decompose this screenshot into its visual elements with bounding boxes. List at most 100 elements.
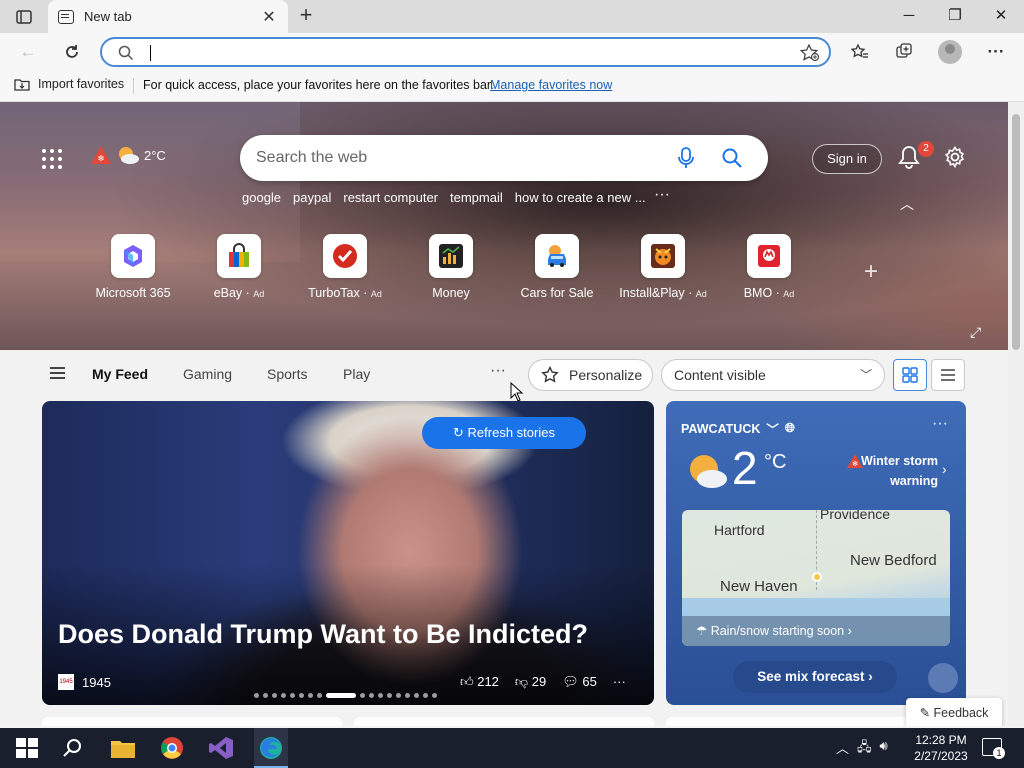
carousel-dot[interactable] [272, 693, 277, 698]
carousel-dot[interactable] [396, 693, 401, 698]
tab-new-tab[interactable]: New tab ✕ [48, 0, 288, 33]
collapse-chevron-icon[interactable]: ︿ [900, 194, 914, 214]
weather-card[interactable]: PAWCATUCK ﹀ 🌐︎ ··· 2 °C ✻ Winter storm w… [666, 401, 966, 705]
close-window-button[interactable]: ✕ [978, 4, 1024, 28]
carousel-dot[interactable] [405, 693, 410, 698]
chrome-icon[interactable] [159, 736, 185, 760]
carousel-dot[interactable] [360, 693, 365, 698]
add-quick-link-button[interactable]: + [864, 258, 878, 286]
tab-sports[interactable]: Sports [267, 366, 307, 382]
close-tab-icon[interactable]: ✕ [260, 7, 278, 27]
page-settings-button[interactable] [944, 146, 966, 169]
quick-link-bmo[interactable]: BMO · Ad [716, 234, 822, 300]
story-more-button[interactable]: ··· [613, 674, 626, 690]
carousel-dot[interactable] [281, 693, 286, 698]
temperature-unit[interactable]: °C [764, 451, 786, 474]
carousel-dot[interactable] [254, 693, 259, 698]
notifications-button[interactable]: 2 [898, 141, 934, 171]
tab-gaming[interactable]: Gaming [183, 366, 232, 382]
see-forecast-button[interactable]: See mix forecast › [733, 661, 897, 693]
page-scrollbar[interactable] [1008, 102, 1024, 726]
carousel-dot[interactable] [423, 693, 428, 698]
trending-item[interactable]: google [242, 190, 281, 205]
trending-more-button[interactable]: ··· [654, 186, 670, 204]
weather-more-button[interactable]: ··· [932, 415, 948, 433]
expand-background-icon[interactable]: ⤢ [970, 324, 981, 341]
back-button[interactable]: ← [14, 39, 42, 65]
quick-link-ebay[interactable]: eBay · Ad [186, 234, 292, 300]
trending-item[interactable]: restart computer [343, 190, 438, 205]
carousel-dot[interactable] [290, 693, 295, 698]
refresh-button[interactable] [58, 39, 86, 65]
grid-view-button[interactable] [893, 359, 927, 391]
taskbar-clock[interactable]: 12:28 PM 2/27/2023 [910, 732, 972, 764]
precipitation-banner[interactable]: ☂︎ Rain/snow starting soon › [682, 616, 950, 646]
profile-avatar[interactable] [938, 40, 962, 64]
trending-item[interactable]: how to create a new ... [515, 190, 646, 205]
tab-actions-button[interactable] [8, 6, 40, 28]
quick-link-turbotax[interactable]: TurboTax · Ad [292, 234, 398, 300]
menu-icon[interactable] [50, 367, 65, 369]
hero-weather[interactable]: ✻ 2°C [90, 145, 166, 165]
trending-item[interactable]: tempmail [450, 190, 503, 205]
carousel-dot[interactable] [326, 693, 356, 698]
weather-alert[interactable]: Winter storm warning [842, 451, 938, 491]
story-headline[interactable]: Does Donald Trump Want to Be Indicted? [58, 619, 588, 650]
manage-favorites-link[interactable]: Manage favorites now [490, 78, 612, 92]
weather-assistant-avatar[interactable] [928, 663, 958, 693]
microphone-icon[interactable] [678, 147, 694, 169]
settings-more-button[interactable]: ··· [982, 39, 1010, 65]
carousel-dot[interactable] [414, 693, 419, 698]
visual-studio-icon[interactable] [208, 736, 234, 760]
taskbar-search-icon[interactable] [60, 736, 86, 760]
personalize-button[interactable]: Personalize [528, 359, 653, 391]
trending-item[interactable]: paypal [293, 190, 331, 205]
more-tabs-button[interactable]: ··· [490, 362, 506, 380]
file-explorer-icon[interactable] [110, 736, 136, 760]
address-bar[interactable] [100, 37, 831, 67]
quick-link-microsoft-365[interactable]: Microsoft 365 [80, 234, 186, 300]
quick-link-install-play[interactable]: Install&Play · Ad [610, 234, 716, 300]
quick-link-cars-for-sale[interactable]: Cars for Sale [504, 234, 610, 300]
weather-location[interactable]: PAWCATUCK ﹀ 🌐︎ [681, 419, 795, 438]
carousel-dot[interactable] [387, 693, 392, 698]
import-favorites-button[interactable]: Import favorites [14, 77, 124, 91]
restore-button[interactable]: ❐ [932, 4, 978, 28]
carousel-dot[interactable] [432, 693, 437, 698]
carousel-dot[interactable] [308, 693, 313, 698]
edge-taskbar-button[interactable] [254, 728, 288, 768]
refresh-stories-button[interactable]: ↻ Refresh stories [422, 417, 586, 449]
add-favorite-icon[interactable] [800, 44, 820, 62]
content-visibility-select[interactable]: Content visible ﹀ [661, 359, 885, 391]
carousel-dot[interactable] [299, 693, 304, 698]
notification-center-icon[interactable]: 1 [982, 738, 1005, 759]
carousel-dot[interactable] [378, 693, 383, 698]
scrollbar-thumb[interactable] [1012, 114, 1020, 350]
new-tab-button[interactable]: + [294, 4, 318, 28]
weather-map[interactable]: Hartford Providence New Bedford New Have… [682, 510, 950, 646]
app-launcher-icon[interactable] [42, 149, 62, 169]
favorites-button[interactable] [846, 39, 874, 65]
feed-card[interactable] [354, 717, 654, 726]
minimize-button[interactable]: ─ [886, 4, 932, 28]
tab-play[interactable]: Play [343, 366, 370, 382]
like-button[interactable]: 👍︎ 212 [460, 674, 499, 690]
web-search-box[interactable]: Search the web [240, 135, 768, 181]
network-icon[interactable]: 🖧︎ [857, 738, 872, 760]
dislike-button[interactable]: 👎︎ 29 [515, 674, 546, 690]
top-story-card[interactable]: ↻ Refresh stories Does Donald Trump Want… [42, 401, 654, 705]
windows-start-icon[interactable] [14, 736, 40, 760]
show-hidden-icons-chevron-up-icon[interactable]: ︿ [836, 738, 849, 760]
story-source[interactable]: 1945 1945 [58, 674, 111, 690]
volume-icon[interactable]: 🔊︎ [880, 738, 888, 760]
feedback-button[interactable]: ✎ Feedback [906, 698, 1002, 726]
comments-button[interactable]: 💬︎ 65 [562, 674, 597, 690]
carousel-dot[interactable] [263, 693, 268, 698]
carousel-dot[interactable] [317, 693, 322, 698]
feed-card[interactable] [42, 717, 342, 726]
carousel-dot[interactable] [369, 693, 374, 698]
sign-in-button[interactable]: Sign in [812, 144, 882, 174]
search-submit-icon[interactable] [722, 148, 742, 168]
list-view-button[interactable] [931, 359, 965, 391]
quick-link-money[interactable]: Money [398, 234, 504, 300]
